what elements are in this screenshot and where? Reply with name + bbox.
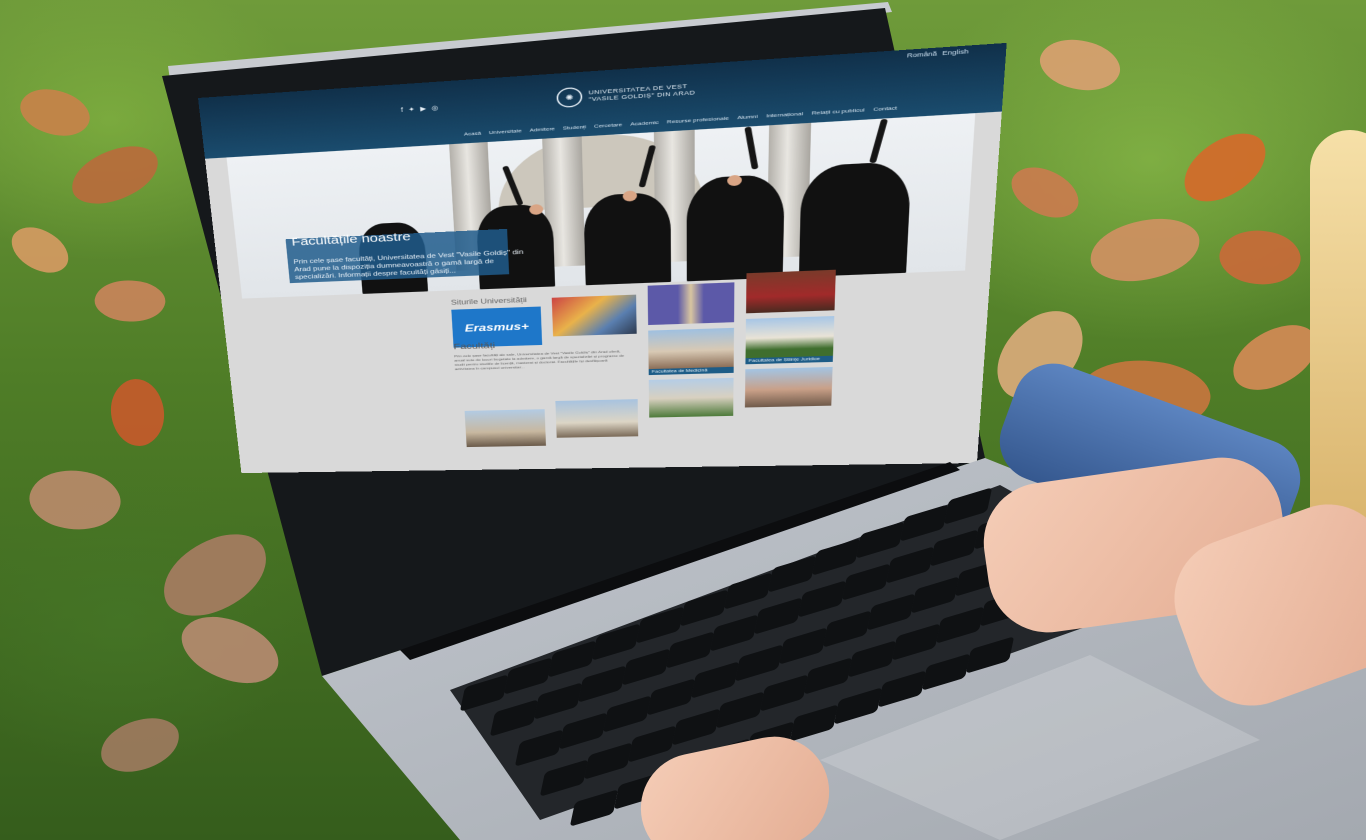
nav-item[interactable]: Contact: [873, 105, 897, 112]
sites-heading: Siturile Universității: [450, 295, 528, 307]
nav-item[interactable]: Universitate: [489, 128, 522, 135]
facebook-icon[interactable]: f: [401, 107, 404, 114]
photo-scene: Română English f ✦ ▶ ◎ ✺ UNIVERSITATEA D…: [0, 0, 1366, 840]
language-switch[interactable]: Română English: [907, 48, 969, 59]
faculty-photo[interactable]: [555, 399, 639, 438]
faculty-photo[interactable]: [745, 316, 835, 359]
faculty-photo[interactable]: [464, 409, 547, 448]
faculty-photo[interactable]: [648, 377, 734, 418]
site-photo-tile[interactable]: [746, 269, 836, 314]
graduate: [583, 191, 672, 289]
university-logo[interactable]: ✺ UNIVERSITATEA DE VEST "VASILE GOLDIȘ" …: [556, 79, 695, 109]
lang-ro[interactable]: Română: [907, 50, 937, 59]
erasmus-label: Erasmus+: [464, 320, 530, 334]
site-photo-tile[interactable]: [647, 282, 735, 326]
twitter-icon[interactable]: ✦: [408, 106, 415, 113]
graduate: [686, 173, 785, 285]
logo-text: UNIVERSITATEA DE VEST "VASILE GOLDIȘ" DI…: [588, 82, 695, 103]
nav-item[interactable]: Relații cu publicul: [811, 107, 864, 116]
raised-arm: [744, 126, 759, 170]
faculties-text: Prin cele șase facultăți ale sale, Unive…: [454, 350, 625, 372]
nav-item[interactable]: Studenți: [563, 124, 586, 131]
nav-item[interactable]: Internațional: [766, 111, 803, 119]
seal-icon: ✺: [556, 86, 583, 109]
nav-item[interactable]: Admitere: [530, 126, 555, 133]
lang-en[interactable]: English: [942, 48, 969, 56]
graduate: [798, 160, 912, 280]
site-photo-tile[interactable]: [551, 294, 637, 337]
nav-item[interactable]: Cercetare: [594, 122, 622, 129]
nav-item[interactable]: Acasă: [464, 130, 481, 136]
nav-item[interactable]: Alumni: [737, 114, 757, 121]
faculties-heading: Facultăți: [453, 340, 496, 352]
nav-item[interactable]: Academic: [630, 120, 659, 127]
faculty-photo[interactable]: [744, 366, 833, 408]
hair: [1310, 130, 1366, 550]
faculty-caption[interactable]: Facultatea de Medicină: [648, 366, 734, 376]
faculty-caption[interactable]: Facultatea de Științe Juridice: [745, 355, 833, 365]
raised-arm: [869, 118, 889, 164]
nav-item[interactable]: Resurse profesionale: [667, 115, 729, 124]
youtube-icon[interactable]: ▶: [420, 106, 426, 113]
faculty-photo[interactable]: [648, 327, 735, 370]
laptop-screen: Română English f ✦ ▶ ◎ ✺ UNIVERSITATEA D…: [198, 42, 1007, 474]
instagram-icon[interactable]: ◎: [431, 105, 438, 112]
social-links: f ✦ ▶ ◎: [401, 105, 439, 114]
